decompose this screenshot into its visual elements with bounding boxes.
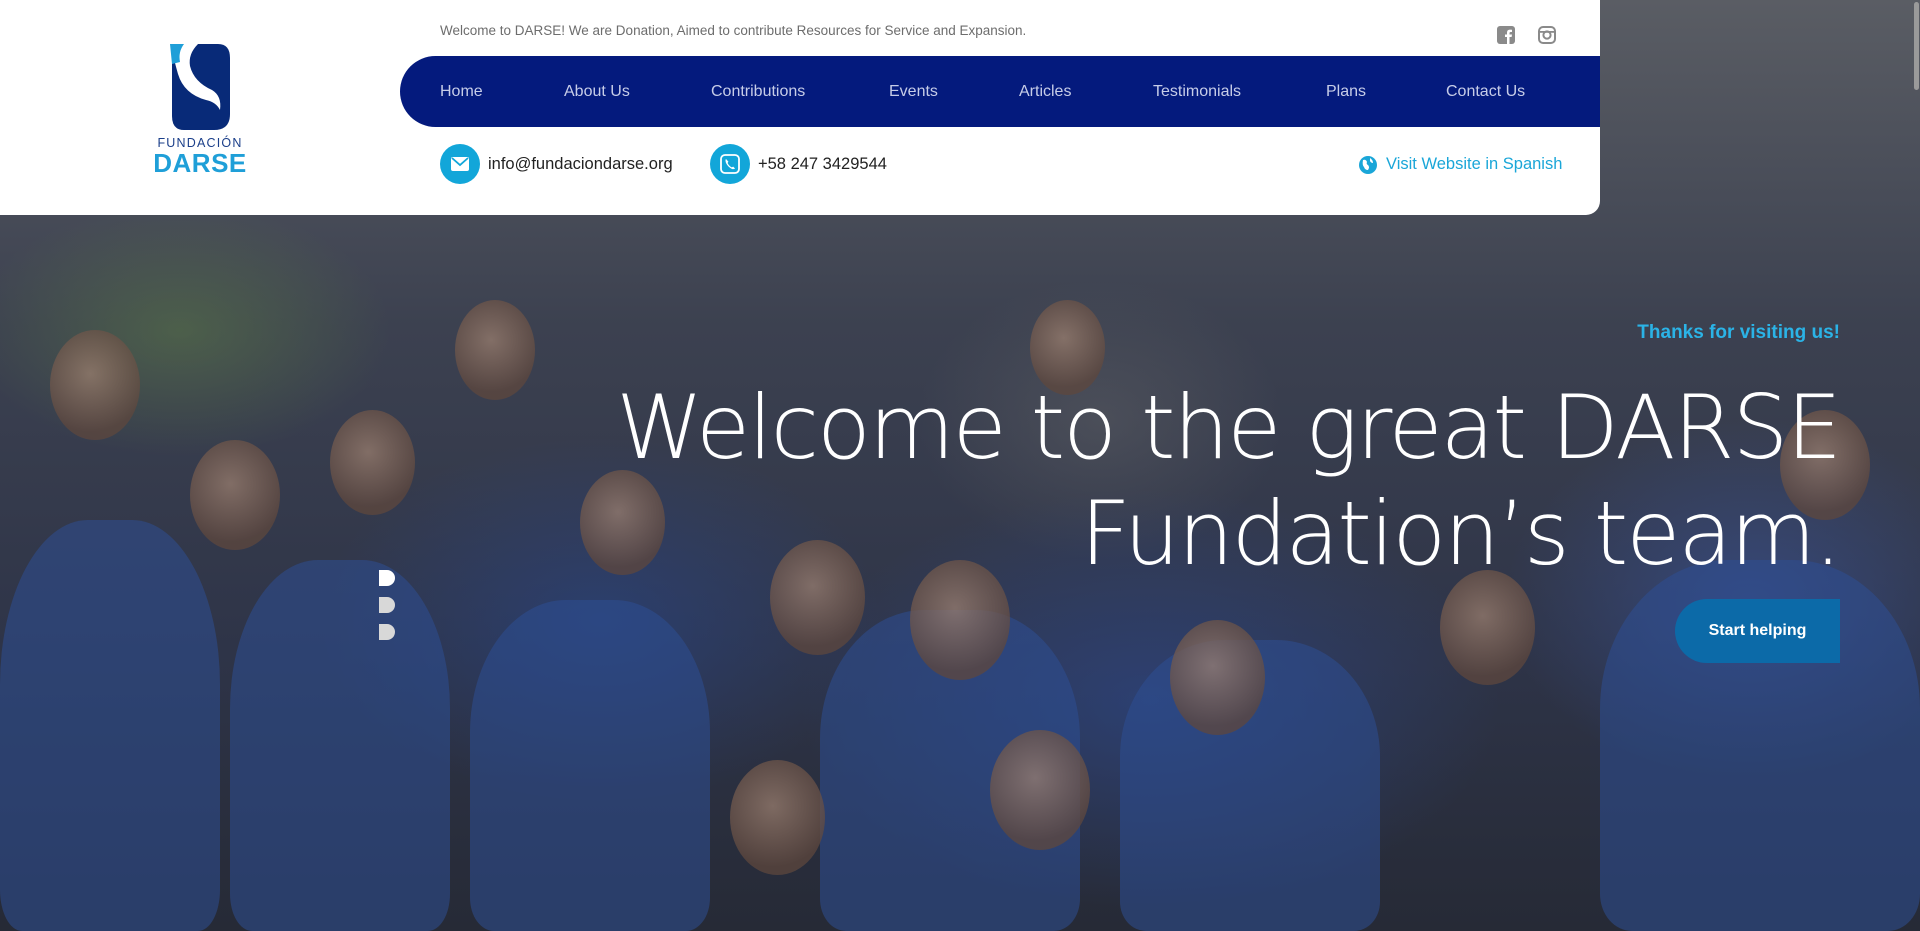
phone-number: +58 247 3429544	[758, 155, 887, 173]
slider-pagination	[379, 570, 399, 651]
slider-dot-2[interactable]	[379, 597, 395, 613]
page-scrollbar[interactable]	[1914, 2, 1919, 90]
darse-logo-mark-icon	[170, 44, 230, 130]
welcome-message: Welcome to DARSE! We are Donation, Aimed…	[440, 23, 1027, 38]
spanish-site-label: Visit Website in Spanish	[1386, 155, 1563, 173]
nav-item-home[interactable]: Home	[440, 56, 483, 127]
email-address: info@fundaciondarse.org	[488, 155, 673, 173]
nav-item-articles[interactable]: Articles	[1019, 56, 1071, 127]
site-header: FUNDACIÓN DARSE Welcome to DARSE! We are…	[0, 0, 1600, 215]
nav-item-testimonials[interactable]: Testimonials	[1153, 56, 1241, 127]
nav-item-about-us[interactable]: About Us	[564, 56, 630, 127]
facebook-icon[interactable]	[1497, 26, 1515, 44]
slider-dot-3[interactable]	[379, 624, 395, 640]
spanish-site-link[interactable]: Visit Website in Spanish	[1358, 144, 1562, 184]
site-logo[interactable]: FUNDACIÓN DARSE	[150, 44, 250, 178]
nav-item-events[interactable]: Events	[889, 56, 938, 127]
nav-item-plans[interactable]: Plans	[1326, 56, 1366, 127]
instagram-icon[interactable]	[1538, 26, 1556, 44]
hero-subtitle: Thanks for visiting us!	[1637, 322, 1840, 343]
nav-item-contributions[interactable]: Contributions	[711, 56, 805, 127]
hero-title-line-2: Fundation’s team.	[1080, 482, 1842, 585]
nav-item-contact-us[interactable]: Contact Us	[1446, 56, 1525, 127]
envelope-icon	[440, 144, 480, 184]
slider-dot-1[interactable]	[379, 570, 395, 586]
hero-title: Welcome to the great DARSE Fundation’s t…	[540, 375, 1842, 587]
hero-title-line-1: Welcome to the great DARSE	[616, 376, 1842, 479]
phone-icon	[710, 144, 750, 184]
main-navigation: Home About Us Contributions Events Artic…	[400, 56, 1600, 127]
start-helping-button[interactable]: Start helping	[1675, 599, 1840, 663]
logo-text-darse: DARSE	[153, 148, 247, 178]
globe-icon	[1359, 155, 1377, 174]
